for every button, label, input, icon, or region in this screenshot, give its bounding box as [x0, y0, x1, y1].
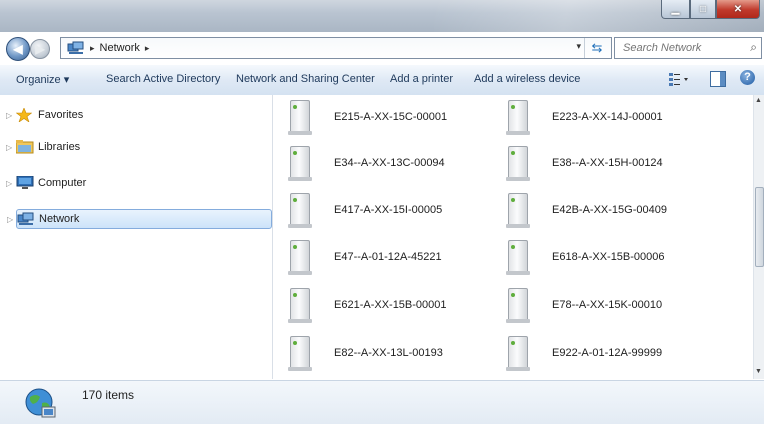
computer-name: E621-A-XX-15B-00001 [334, 299, 447, 311]
forward-arrow-icon: ▶ [35, 42, 45, 56]
computer-name: E922-A-01-12A-99999 [552, 347, 663, 359]
computer-item[interactable]: E38--A-XX-15H-00124 [506, 144, 663, 182]
computer-name: E47--A-01-12A-45221 [334, 251, 442, 263]
computer-item[interactable]: E47--A-01-12A-45221 [288, 238, 442, 276]
breadcrumb-separator-icon[interactable]: ▸ [145, 43, 150, 54]
computer-name: E618-A-XX-15B-00006 [552, 251, 665, 263]
change-view-button[interactable] [668, 71, 690, 87]
scroll-up-icon[interactable]: ▲ [755, 97, 762, 104]
computer-item[interactable]: E42B-A-XX-15G-00409 [506, 191, 667, 229]
network-computer-icon [288, 193, 312, 228]
add-printer-button[interactable]: Add a printer [390, 73, 453, 85]
computer-item[interactable]: E922-A-01-12A-99999 [506, 334, 663, 372]
refresh-icon[interactable]: ⇆ [584, 38, 609, 58]
window-controls: ▁ □ ✕ [661, 0, 760, 19]
network-globe-icon [24, 387, 58, 421]
computer-item[interactable]: E417-A-XX-15I-00005 [288, 191, 443, 229]
computer-name: E78--A-XX-15K-00010 [552, 299, 663, 311]
network-sharing-center-button[interactable]: Network and Sharing Center [236, 73, 375, 85]
expand-arrow-icon[interactable]: ▷ [6, 143, 16, 152]
computer-name: E38--A-XX-15H-00124 [552, 157, 663, 169]
network-computer-icon [506, 336, 530, 371]
computer-name: E215-A-XX-15C-00001 [334, 111, 448, 123]
forward-button[interactable]: ▶ [30, 39, 50, 59]
computer-item[interactable]: E215-A-XX-15C-00001 [288, 98, 448, 136]
close-button[interactable]: ✕ [716, 0, 760, 19]
title-bar: ▁ □ ✕ [0, 0, 764, 32]
computer-name: E82--A-XX-13L-00193 [334, 347, 443, 359]
network-computer-icon [506, 193, 530, 228]
expand-arrow-icon[interactable]: ▷ [6, 179, 16, 188]
computer-name: E34--A-XX-13C-00094 [334, 157, 445, 169]
computer-item[interactable]: E34--A-XX-13C-00094 [288, 144, 445, 182]
search-input[interactable] [621, 41, 735, 55]
nav-item-label: Libraries [38, 141, 81, 153]
add-wireless-device-button[interactable]: Add a wireless device [474, 73, 580, 85]
computer-item[interactable]: E618-A-XX-15B-00006 [506, 238, 665, 276]
computer-icon [16, 175, 34, 190]
maximize-button[interactable]: □ [690, 0, 716, 19]
network-icon [17, 212, 35, 226]
computer-name: E223-A-XX-14J-00001 [552, 111, 663, 123]
file-list: E215-A-XX-15C-00001 E223-A-XX-14J-00001 … [273, 95, 753, 379]
nav-item-computer[interactable]: ▷ Computer [6, 173, 86, 193]
expand-arrow-icon[interactable]: ▷ [6, 111, 16, 120]
computer-name: E417-A-XX-15I-00005 [334, 204, 443, 216]
nav-item-network[interactable]: ▷ Network [7, 209, 272, 229]
nav-item-label: Computer [38, 177, 87, 189]
nav-item-label: Favorites [38, 109, 84, 121]
network-icon [67, 41, 85, 55]
back-arrow-icon: ◀ [13, 42, 23, 56]
address-bar[interactable]: ▸ Network ▸ ▾ ⇆ [60, 37, 612, 59]
maximize-icon: □ [699, 3, 707, 15]
search-active-directory-button[interactable]: Search Active Directory [106, 73, 220, 85]
preview-pane-icon[interactable] [710, 71, 726, 87]
expand-arrow-icon[interactable]: ▷ [7, 215, 17, 224]
scroll-thumb[interactable] [755, 187, 764, 267]
star-icon [15, 107, 34, 123]
computer-name: E42B-A-XX-15G-00409 [552, 204, 667, 216]
help-icon[interactable]: ? [740, 70, 755, 85]
computer-item[interactable]: E82--A-XX-13L-00193 [288, 334, 443, 372]
computer-item[interactable]: E621-A-XX-15B-00001 [288, 286, 447, 324]
view-options-icon [669, 73, 688, 86]
item-count: 170 items [82, 388, 135, 402]
network-computer-icon [288, 240, 312, 275]
search-box[interactable]: ⌕ [614, 37, 762, 59]
navigation-pane: ▷ Favorites ▷ Libraries ▷ Computer ▷ Net… [0, 95, 273, 379]
address-row: ◀ ▶ ▸ Network ▸ ▾ ⇆ ⌕ [0, 34, 764, 62]
breadcrumb-separator-icon[interactable]: ▸ [90, 43, 95, 54]
minimize-button[interactable]: ▁ [661, 0, 690, 19]
search-icon[interactable]: ⌕ [750, 40, 757, 55]
network-computer-icon [288, 100, 312, 135]
computer-item[interactable]: E223-A-XX-14J-00001 [506, 98, 663, 136]
details-pane: 170 items [0, 380, 764, 424]
nav-item-label: Network [39, 213, 80, 225]
nav-item-favorites[interactable]: ▷ Favorites [6, 105, 83, 125]
organize-button[interactable]: Organize ▾ [16, 73, 69, 86]
vertical-scrollbar[interactable]: ▲ ▼ [753, 95, 764, 379]
network-computer-icon [506, 240, 530, 275]
network-computer-icon [288, 336, 312, 371]
network-computer-icon [288, 288, 312, 323]
address-dropdown-icon[interactable]: ▾ [576, 41, 581, 52]
network-computer-icon [288, 146, 312, 181]
nav-item-libraries[interactable]: ▷ Libraries [6, 137, 80, 157]
breadcrumb-network[interactable]: Network [100, 42, 140, 54]
computer-item[interactable]: E78--A-XX-15K-00010 [506, 286, 663, 324]
close-icon: ✕ [733, 3, 743, 15]
back-button[interactable]: ◀ [6, 37, 30, 61]
minimize-icon: ▁ [671, 3, 680, 15]
network-computer-icon [506, 288, 530, 323]
network-computer-icon [506, 100, 530, 135]
network-computer-icon [506, 146, 530, 181]
scroll-down-icon[interactable]: ▼ [755, 368, 762, 375]
command-toolbar: Organize ▾ Search Active Directory Netwo… [0, 64, 764, 96]
library-folder-icon [15, 140, 34, 154]
